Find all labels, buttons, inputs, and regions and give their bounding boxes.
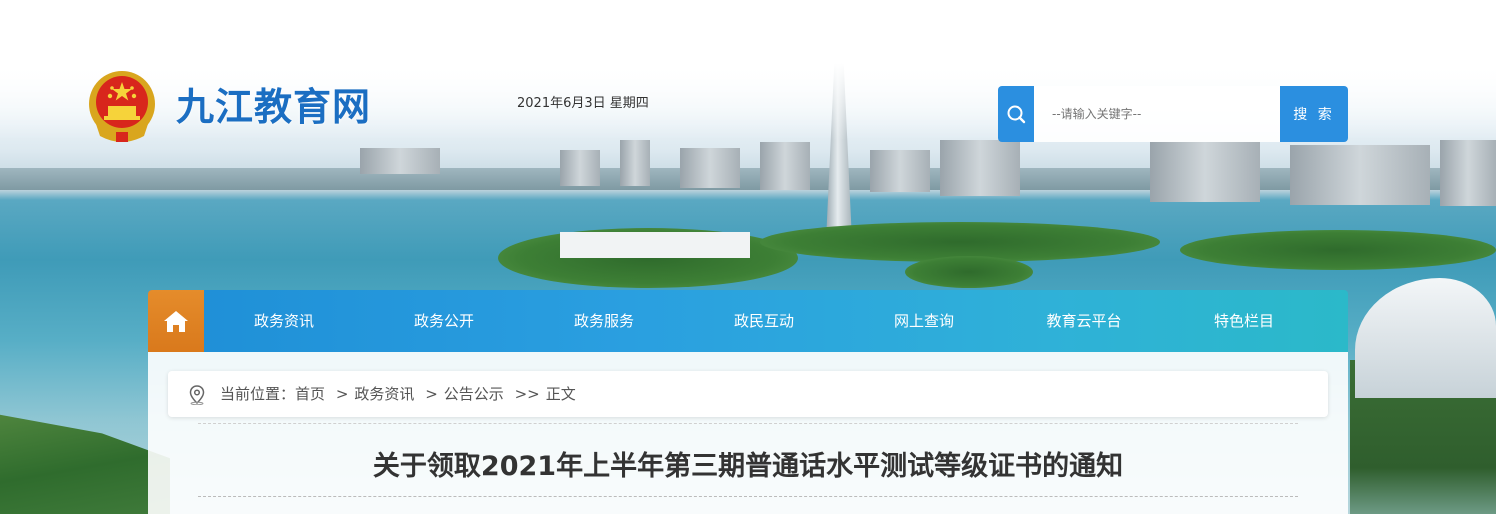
building bbox=[760, 142, 810, 190]
building bbox=[1150, 142, 1260, 202]
main-nav: 政务资讯 政务公开 政务服务 政民互动 网上查询 教育云平台 特色栏目 bbox=[148, 290, 1348, 352]
breadcrumb-separator: > bbox=[335, 385, 349, 403]
stadium bbox=[1355, 278, 1496, 398]
search-button[interactable]: 搜 索 bbox=[1280, 86, 1348, 142]
breadcrumb-zhengwu-zixun[interactable]: 政务资讯 bbox=[354, 385, 414, 403]
search-input[interactable] bbox=[1034, 86, 1280, 142]
building bbox=[870, 150, 930, 192]
article-title: 关于领取2021年上半年第三期普通话水平测试等级证书的通知 bbox=[372, 451, 1124, 482]
building bbox=[940, 140, 1020, 196]
site-title[interactable]: 九江教育网 bbox=[176, 83, 371, 131]
nav-item-zhengmin-hudong[interactable]: 政民互动 bbox=[684, 290, 844, 352]
nav-item-tese-lanmu[interactable]: 特色栏目 bbox=[1164, 290, 1324, 352]
divider bbox=[198, 423, 1298, 424]
island bbox=[905, 256, 1033, 288]
island bbox=[1180, 230, 1496, 270]
exhibition-hall bbox=[560, 232, 750, 258]
location-pin-icon bbox=[188, 385, 206, 409]
search-icon bbox=[998, 86, 1034, 142]
nav-item-zhengwu-fuwu[interactable]: 政务服务 bbox=[524, 290, 684, 352]
building bbox=[1440, 140, 1496, 206]
building bbox=[1290, 145, 1430, 205]
building bbox=[560, 150, 600, 186]
national-emblem-icon[interactable] bbox=[86, 68, 158, 144]
breadcrumb: 当前位置：首页 > 政务资讯 > 公告公示 >> 正文 bbox=[168, 371, 1328, 417]
breadcrumb-gonggao-gongshi[interactable]: 公告公示 bbox=[444, 385, 504, 403]
breadcrumb-text: 当前位置：首页 > 政务资讯 > 公告公示 >> 正文 bbox=[220, 371, 582, 417]
search-bar: 搜 索 bbox=[998, 86, 1348, 142]
far-shoreline bbox=[0, 168, 1496, 190]
divider bbox=[198, 496, 1298, 497]
content-panel: 当前位置：首页 > 政务资讯 > 公告公示 >> 正文 关于领取2021年上半年第三期… bbox=[148, 352, 1348, 514]
nav-item-wangshang-chaxun[interactable]: 网上查询 bbox=[844, 290, 1004, 352]
breadcrumb-separator: >> bbox=[514, 385, 540, 403]
building bbox=[360, 148, 440, 174]
building bbox=[680, 148, 740, 188]
shore-greenery bbox=[0, 414, 170, 514]
home-icon[interactable] bbox=[148, 290, 204, 352]
nav-item-jiaoyu-yun-pingtai[interactable]: 教育云平台 bbox=[1004, 290, 1164, 352]
breadcrumb-prefix: 当前位置： bbox=[220, 385, 296, 403]
nav-item-zhengwu-zixun[interactable]: 政务资讯 bbox=[204, 290, 364, 352]
current-date: 2021年6月3日 星期四 bbox=[517, 96, 649, 111]
breadcrumb-current: 正文 bbox=[545, 385, 576, 403]
nav-item-zhengwu-gongkai[interactable]: 政务公开 bbox=[364, 290, 524, 352]
breadcrumb-separator: > bbox=[425, 385, 438, 403]
building bbox=[620, 140, 650, 186]
breadcrumb-home[interactable]: 首页 bbox=[295, 385, 325, 403]
